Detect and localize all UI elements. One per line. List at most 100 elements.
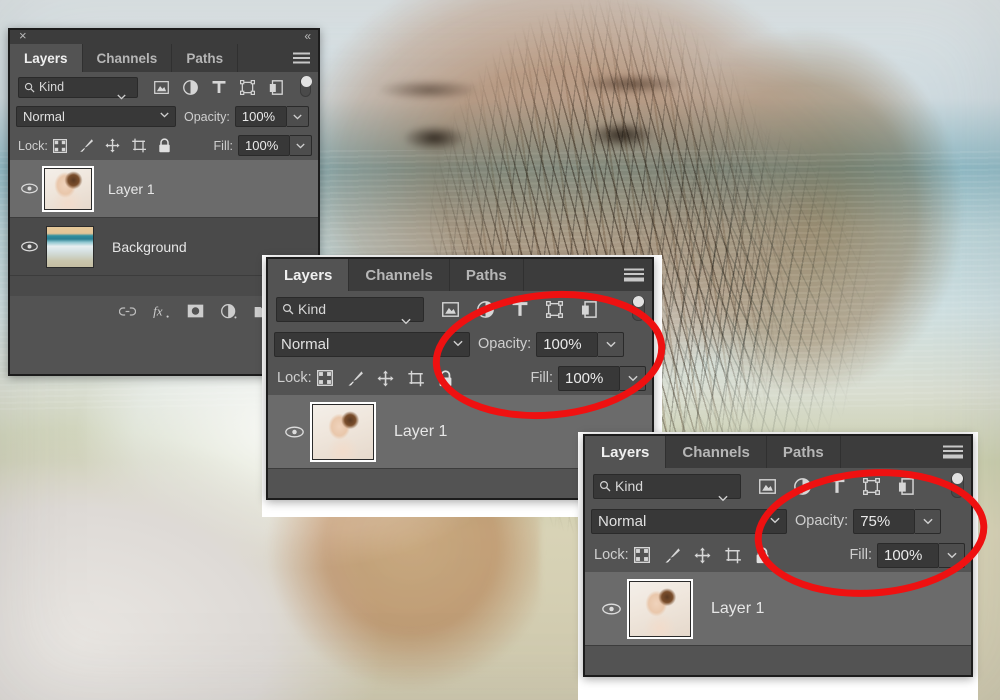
lock-artboard-nesting-icon[interactable] xyxy=(724,547,742,564)
tab-channels-label: Channels xyxy=(365,266,433,284)
opacity-dropdown-button[interactable] xyxy=(286,106,309,127)
filter-kind-select[interactable]: Kind xyxy=(18,76,138,100)
image-filter-icon[interactable] xyxy=(759,478,776,494)
lock-artboard-nesting-icon[interactable] xyxy=(131,138,147,153)
close-icon[interactable]: × xyxy=(19,29,27,43)
layer-name[interactable]: Layer 1 xyxy=(108,181,155,197)
panel-1-blend-row: Normal Opacity: 100% xyxy=(10,102,318,131)
smart-object-filter-icon[interactable] xyxy=(898,477,914,495)
adjustment-filter-icon[interactable] xyxy=(477,300,494,318)
type-filter-icon[interactable] xyxy=(829,478,845,494)
lock-all-icon[interactable] xyxy=(158,138,171,153)
opacity-dropdown-button[interactable] xyxy=(598,331,625,357)
hamburger-menu-icon[interactable] xyxy=(624,268,644,282)
table-row[interactable]: Layer 1 xyxy=(585,572,971,646)
image-filter-icon[interactable] xyxy=(154,80,169,94)
layer-visibility-toggle[interactable] xyxy=(595,602,627,615)
lock-position-icon[interactable] xyxy=(105,138,120,153)
fill-dropdown-button[interactable] xyxy=(620,365,646,391)
layer-name[interactable]: Background xyxy=(112,239,187,255)
fill-label: Fill: xyxy=(213,138,233,153)
fill-input[interactable]: 100% xyxy=(238,135,290,156)
adjustment-filter-icon[interactable] xyxy=(183,79,198,95)
layer-thumbnail[interactable] xyxy=(46,225,94,268)
tab-paths-label: Paths xyxy=(186,50,224,66)
lock-image-pixels-icon[interactable] xyxy=(78,138,94,153)
shape-filter-icon[interactable] xyxy=(863,477,880,495)
filter-enable-toggle[interactable] xyxy=(951,473,964,498)
chevron-down-icon[interactable] xyxy=(453,340,463,347)
layer-name[interactable]: Layer 1 xyxy=(711,600,764,618)
smart-object-filter-icon[interactable] xyxy=(269,79,283,95)
layer-thumbnail[interactable] xyxy=(44,167,92,210)
hamburger-menu-icon[interactable] xyxy=(943,445,963,459)
lock-transparent-pixels-icon[interactable] xyxy=(633,547,650,563)
type-filter-icon[interactable] xyxy=(512,301,528,317)
opacity-input[interactable]: 75% xyxy=(853,508,916,534)
shape-filter-icon[interactable] xyxy=(240,79,255,95)
hamburger-menu-icon[interactable] xyxy=(293,52,310,64)
table-row[interactable]: Layer 1 xyxy=(10,160,318,218)
panel-1-titlebar: × « xyxy=(10,29,318,44)
lock-artboard-nesting-icon[interactable] xyxy=(407,370,425,387)
fill-value: 100% xyxy=(565,369,604,387)
lock-label: Lock: xyxy=(594,547,629,563)
filter-enable-toggle[interactable] xyxy=(632,296,645,321)
adjustment-filter-icon[interactable] xyxy=(794,477,811,495)
tab-layers[interactable]: Layers xyxy=(268,259,350,291)
opacity-value: 75% xyxy=(860,512,891,530)
panel-3-tabs: Layers Channels Paths xyxy=(585,436,971,468)
layer-visibility-toggle[interactable] xyxy=(16,183,42,194)
layer-thumbnail[interactable] xyxy=(629,580,691,637)
smart-object-filter-icon[interactable] xyxy=(581,300,597,318)
lock-image-pixels-icon[interactable] xyxy=(663,547,681,564)
tab-paths[interactable]: Paths xyxy=(172,44,239,72)
tab-paths[interactable]: Paths xyxy=(767,436,841,468)
layer-thumbnail[interactable] xyxy=(312,403,374,460)
tab-channels[interactable]: Channels xyxy=(349,259,450,291)
filter-kind-select[interactable]: Kind xyxy=(276,296,424,325)
fill-input[interactable]: 100% xyxy=(877,542,939,568)
layer-name[interactable]: Layer 1 xyxy=(394,423,447,441)
layers-panel-3[interactable]: Layers Channels Paths Kind Normal Opacit… xyxy=(583,434,973,677)
tab-layers[interactable]: Layers xyxy=(585,436,667,468)
lock-transparent-pixels-icon[interactable] xyxy=(52,138,67,153)
opacity-input[interactable]: 100% xyxy=(234,106,287,127)
fill-input[interactable]: 100% xyxy=(558,365,620,391)
shape-filter-icon[interactable] xyxy=(546,300,563,318)
opacity-label: Opacity: xyxy=(795,513,849,529)
chevron-down-icon[interactable] xyxy=(160,112,169,118)
filter-kind-select[interactable]: Kind xyxy=(593,473,741,502)
search-icon xyxy=(599,480,611,492)
tab-channels[interactable]: Channels xyxy=(83,44,173,72)
opacity-input[interactable]: 100% xyxy=(536,331,599,357)
layer-mask-icon[interactable] xyxy=(187,304,204,318)
adjustment-layer-icon[interactable] xyxy=(221,303,237,319)
tab-channels[interactable]: Channels xyxy=(666,436,767,468)
layer-style-fx-icon[interactable]: fx xyxy=(153,304,170,319)
fill-dropdown-button[interactable] xyxy=(290,135,312,156)
tab-layers[interactable]: Layers xyxy=(10,44,83,72)
collapse-panel-icon[interactable]: « xyxy=(304,29,311,43)
opacity-dropdown-button[interactable] xyxy=(915,508,942,534)
lock-position-icon[interactable] xyxy=(694,547,711,564)
layer-visibility-toggle[interactable] xyxy=(16,241,42,252)
fill-dropdown-button[interactable] xyxy=(939,542,965,568)
filter-enable-toggle[interactable] xyxy=(300,76,312,97)
blend-mode-select[interactable]: Normal xyxy=(16,106,176,127)
tab-paths-label: Paths xyxy=(465,266,507,284)
tab-paths[interactable]: Paths xyxy=(450,259,524,291)
lock-transparent-pixels-icon[interactable] xyxy=(316,370,333,386)
lock-all-icon[interactable] xyxy=(755,546,770,564)
layer-visibility-toggle[interactable] xyxy=(278,425,310,438)
link-layers-icon[interactable] xyxy=(119,306,136,317)
blend-mode-select[interactable]: Normal xyxy=(591,508,787,534)
chevron-down-icon[interactable] xyxy=(770,517,780,524)
lock-all-icon[interactable] xyxy=(438,369,453,387)
image-filter-icon[interactable] xyxy=(442,301,459,317)
filter-kind-label: Kind xyxy=(39,80,65,94)
blend-mode-select[interactable]: Normal xyxy=(274,331,470,357)
type-filter-icon[interactable] xyxy=(212,80,226,94)
lock-position-icon[interactable] xyxy=(377,370,394,387)
lock-image-pixels-icon[interactable] xyxy=(346,370,364,387)
